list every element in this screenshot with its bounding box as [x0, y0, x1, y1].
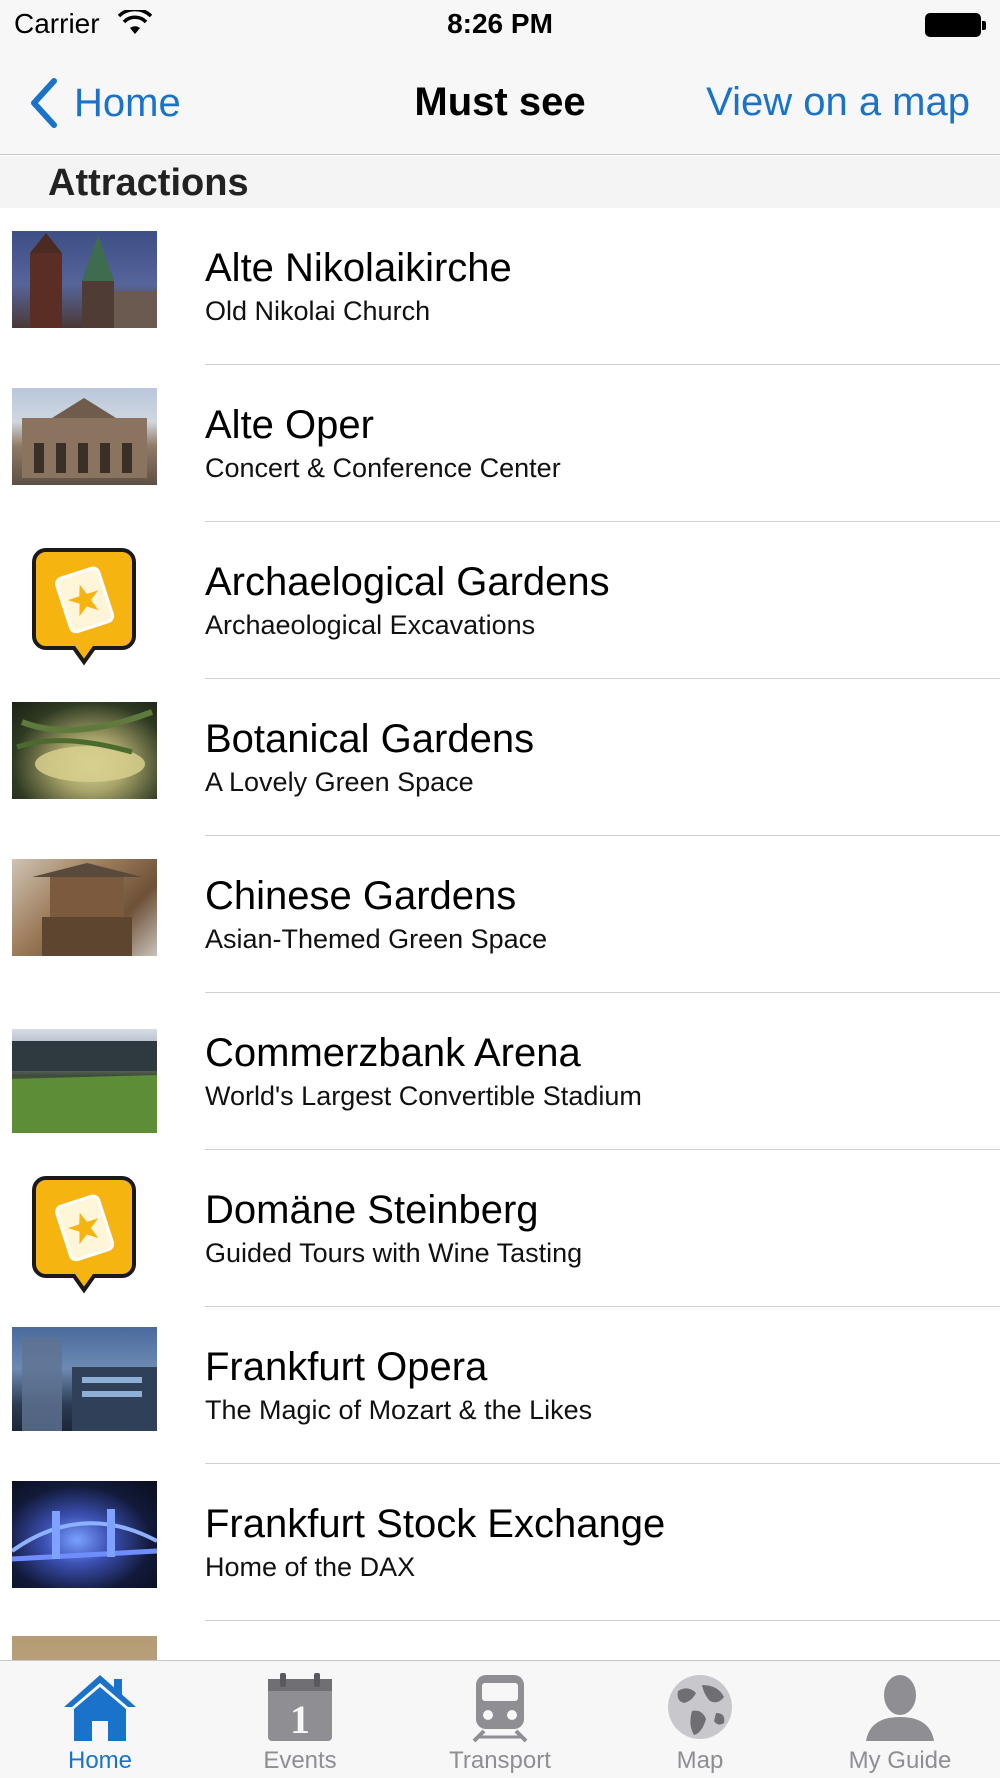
pagoda-photo: [12, 859, 157, 956]
list-item[interactable]: Domäne Steinberg Guided Tours with Wine …: [0, 1150, 1000, 1307]
item-title: Botanical Gardens: [205, 717, 535, 761]
list-item[interactable]: Frankfurt Stock Exchange Home of the DAX: [0, 1464, 1000, 1621]
list-item[interactable]: Archaelogical Gardens Archaeological Exc…: [0, 522, 1000, 679]
list-item[interactable]: Alte Nikolaikirche Old Nikolai Church: [0, 208, 1000, 365]
item-subtitle: Guided Tours with Wine Tasting: [205, 1238, 583, 1268]
back-button[interactable]: Home: [28, 75, 181, 131]
chevron-left-icon: [31, 78, 57, 128]
partial-photo: [12, 1636, 157, 1660]
item-subtitle: The Magic of Mozart & the Likes: [205, 1395, 593, 1425]
item-subtitle: A Lovely Green Space: [205, 767, 474, 797]
item-title: Alte Oper: [205, 403, 374, 447]
item-subtitle: Concert & Conference Center: [205, 453, 561, 483]
back-button-label: Home: [74, 80, 181, 125]
battery-icon: [925, 13, 987, 37]
list-item[interactable]: Alte Oper Concert & Conference Center: [0, 365, 1000, 522]
item-title: Chinese Gardens: [205, 874, 517, 918]
item-title: Frankfurt Opera: [205, 1345, 488, 1389]
tab-transport[interactable]: Transport: [400, 1661, 600, 1778]
tab-label: Home: [67, 1747, 133, 1774]
tab-home[interactable]: Home: [0, 1661, 200, 1778]
tab-label: Transport: [449, 1747, 551, 1774]
list-item[interactable]: Commerzbank Arena World's Largest Conver…: [0, 993, 1000, 1150]
navigation-bar: Home Must see View on a map: [0, 50, 1000, 155]
attractions-list[interactable]: Alte Nikolaikirche Old Nikolai Church Al…: [0, 208, 1000, 1660]
tab-label: Map: [676, 1747, 724, 1774]
train-icon: [472, 1675, 528, 1743]
ticket-star-badge-icon: [32, 1176, 136, 1294]
opera-building-photo: [12, 1327, 157, 1431]
section-header: Attractions: [0, 156, 1000, 208]
section-header-label: Attractions: [48, 162, 249, 204]
stadium-photo: [12, 1029, 157, 1133]
tab-label: My Guide: [848, 1747, 952, 1774]
svg-text:1: 1: [290, 1697, 310, 1742]
tab-map[interactable]: Map: [600, 1661, 800, 1778]
item-title: Commerzbank Arena: [205, 1031, 581, 1075]
tab-my-guide[interactable]: My Guide: [800, 1661, 1000, 1778]
status-bar: Carrier 8:26 PM: [0, 0, 1000, 50]
tab-events[interactable]: 1 Events: [200, 1661, 400, 1778]
plant-photo: [12, 702, 157, 799]
bridge-night-photo: [12, 1481, 157, 1588]
list-item[interactable]: Chinese Gardens Asian-Themed Green Space: [0, 836, 1000, 993]
globe-icon: [668, 1675, 732, 1739]
item-title: Alte Nikolaikirche: [205, 246, 512, 290]
list-item[interactable]: Frankfurt Opera The Magic of Mozart & th…: [0, 1307, 1000, 1464]
item-title: Domäne Steinberg: [205, 1188, 539, 1232]
item-title: Archaelogical Gardens: [205, 560, 610, 604]
list-item[interactable]: [0, 1621, 1000, 1660]
tab-bar: Home 1 Events Transport Map My Guide: [0, 1660, 1000, 1778]
item-subtitle: Home of the DAX: [205, 1552, 416, 1582]
tab-label: Events: [263, 1747, 337, 1774]
item-subtitle: Asian-Themed Green Space: [205, 924, 548, 954]
house-icon: [64, 1675, 136, 1741]
item-subtitle: World's Largest Convertible Stadium: [205, 1081, 642, 1111]
item-title: Frankfurt Stock Exchange: [205, 1502, 666, 1546]
item-subtitle: Archaeological Excavations: [205, 610, 536, 640]
page-title: Must see: [414, 80, 586, 124]
view-on-map-button[interactable]: View on a map: [706, 80, 970, 125]
person-icon: [866, 1675, 934, 1741]
opera-house-photo: [12, 388, 157, 485]
ticket-star-badge-icon: [32, 548, 136, 666]
list-item[interactable]: Botanical Gardens A Lovely Green Space: [0, 679, 1000, 836]
calendar-icon: 1: [268, 1673, 332, 1742]
item-subtitle: Old Nikolai Church: [205, 296, 431, 326]
status-time: 8:26 PM: [447, 8, 553, 39]
church-photo: [12, 231, 157, 328]
